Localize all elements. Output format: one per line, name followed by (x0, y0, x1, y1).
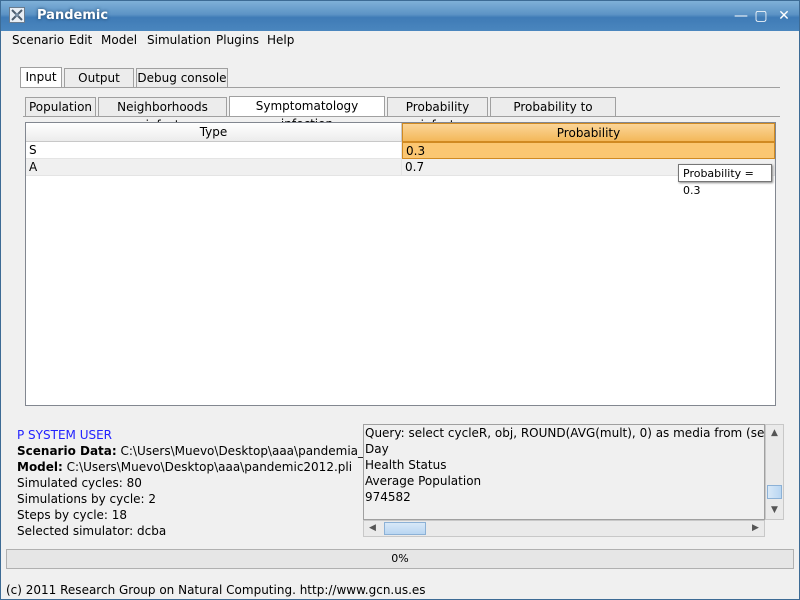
minimize-icon[interactable]: — (733, 9, 749, 23)
query-line: Average Population (365, 474, 482, 488)
scroll-left-icon[interactable]: ◀ (364, 521, 381, 536)
steps-by-cycle: Steps by cycle: 18 (17, 508, 128, 522)
maximize-icon[interactable]: ▢ (753, 9, 769, 23)
query-line: Health Status (365, 458, 447, 472)
query-line: Query: select cycleR, obj, ROUND(AVG(mul… (365, 426, 765, 440)
tab-probability-infect[interactable]: Probability infect (387, 97, 488, 132)
menu-model[interactable]: Model (101, 33, 137, 47)
model-label: Model: (17, 460, 63, 474)
simulation-info: P SYSTEM USER Scenario Data: C:\Users\Mu… (17, 427, 397, 539)
tab-neighborhoods-infect[interactable]: Neighborhoods infect (98, 97, 227, 132)
user-label: P SYSTEM USER (17, 428, 113, 442)
query-line: Day (365, 442, 389, 456)
window-title: Pandemic (37, 8, 109, 23)
menu-scenario[interactable]: Scenario (12, 33, 64, 47)
scroll-right-icon[interactable]: ▶ (747, 521, 764, 536)
tab-divider (20, 87, 780, 88)
simulation-progress-bar: 0% (6, 549, 794, 569)
model-line: Model: C:\Users\Muevo\Desktop\aaa\pandem… (17, 459, 397, 475)
top-tab-strip: Input Output Debug console (20, 67, 780, 88)
tab-symptomatology-infection[interactable]: Symptomatology infection (229, 96, 385, 131)
tab-output[interactable]: Output (64, 68, 134, 87)
scenario-data-label: Scenario Data: (17, 444, 117, 458)
query-output[interactable]: Query: select cycleR, obj, ROUND(AVG(mul… (363, 424, 765, 520)
scenario-data-value: C:\Users\Muevo\Desktop\aaa\pandemia_2.ec… (116, 444, 398, 458)
sub-tab-strip: Population Neighborhoods infect Symptoma… (25, 96, 780, 132)
query-vertical-scrollbar[interactable]: ▲ ▼ (765, 424, 784, 520)
probability-tooltip: Probability = 0.3 (678, 164, 772, 197)
menu-edit[interactable]: Edit (69, 33, 92, 47)
table-cell-type-s[interactable]: S (26, 142, 402, 159)
model-value: C:\Users\Muevo\Desktop\aaa\pandemic2012.… (62, 460, 353, 474)
tab-input[interactable]: Input (20, 67, 62, 88)
menu-plugins[interactable]: Plugins (216, 33, 259, 47)
tab-debug-console[interactable]: Debug console (136, 68, 228, 87)
column-header-probability[interactable]: Probability (402, 123, 775, 142)
title-bar[interactable]: Pandemic — ▢ ✕ (1, 1, 799, 31)
main-window: Pandemic — ▢ ✕ Scenario Edit Model Simul… (0, 0, 800, 600)
menu-bar: Scenario Edit Model Simulation Plugins H… (1, 31, 799, 51)
selected-simulator: Selected simulator: dcba (17, 524, 167, 538)
progress-label: 0% (391, 552, 409, 565)
probability-table: Type Probability S 0.3 A 0.7 (25, 122, 776, 406)
table-cell-probability-s[interactable]: 0.3 (402, 142, 775, 159)
menu-simulation[interactable]: Simulation (147, 33, 211, 47)
close-icon[interactable]: ✕ (776, 9, 792, 23)
scroll-up-icon[interactable]: ▲ (766, 425, 783, 442)
status-bar: (c) 2011 Research Group on Natural Compu… (6, 583, 426, 597)
query-horizontal-scrollbar[interactable]: ◀ ▶ (363, 520, 765, 537)
horizontal-scroll-thumb[interactable] (384, 522, 426, 535)
tab-population[interactable]: Population (25, 97, 96, 116)
simulations-by-cycle: Simulations by cycle: 2 (17, 492, 157, 506)
scroll-down-icon[interactable]: ▼ (766, 502, 783, 519)
menu-help[interactable]: Help (267, 33, 294, 47)
vertical-scroll-thumb[interactable] (767, 485, 782, 499)
column-header-type[interactable]: Type (26, 123, 402, 142)
table-cell-type-a[interactable]: A (26, 159, 402, 176)
scenario-data-line: Scenario Data: C:\Users\Muevo\Desktop\aa… (17, 443, 397, 459)
sub-tab-divider (23, 116, 780, 117)
simulated-cycles: Simulated cycles: 80 (17, 476, 142, 490)
query-line: 974582 (365, 490, 411, 504)
tab-probability-to-recover[interactable]: Probability to recover (490, 97, 616, 132)
app-icon (9, 7, 25, 23)
